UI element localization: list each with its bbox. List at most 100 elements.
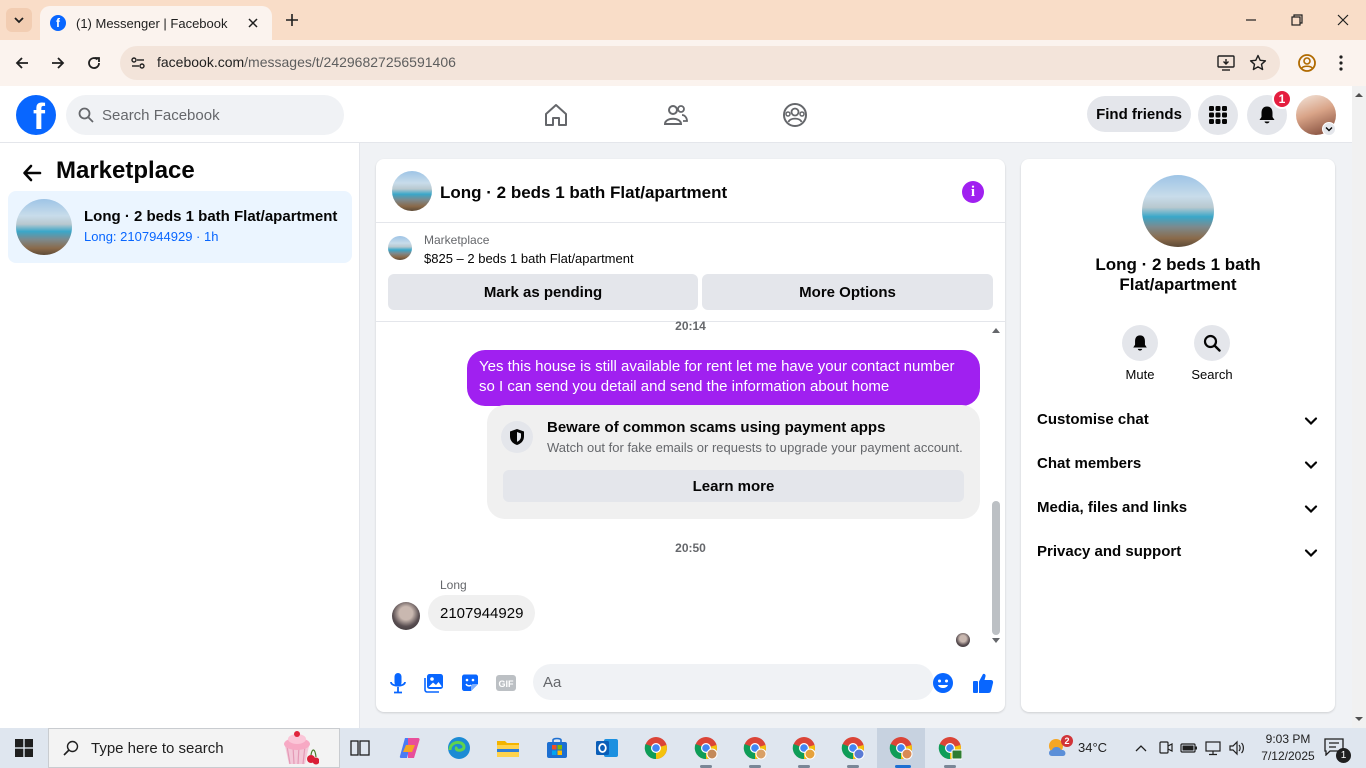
- mute-label: Mute: [1125, 367, 1155, 382]
- chevron-down-icon: [1304, 461, 1318, 470]
- mute-button[interactable]: Mute: [1110, 325, 1170, 382]
- tab-search-button[interactable]: [6, 8, 32, 32]
- forward-button[interactable]: [44, 49, 72, 77]
- sticker-icon[interactable]: [458, 671, 482, 695]
- conversation-item[interactable]: Long · 2 beds 1 bath Flat/apartment Long…: [8, 191, 352, 263]
- scam-warning-description: Watch out for fake emails or requests to…: [547, 440, 963, 455]
- chevron-down-icon[interactable]: [1322, 122, 1336, 136]
- microphone-icon[interactable]: [386, 671, 410, 695]
- arrow-left-icon: [23, 164, 42, 182]
- learn-more-button[interactable]: Learn more: [503, 470, 964, 502]
- scroll-up-icon[interactable]: [1352, 88, 1366, 102]
- scroll-down-icon[interactable]: [990, 636, 1002, 646]
- bookmark-star-icon[interactable]: [1247, 52, 1269, 74]
- sender-avatar[interactable]: [392, 602, 420, 630]
- conversation-info-title: Long · 2 beds 1 bath Flat/apartment: [1095, 255, 1261, 294]
- browser-menu-icon[interactable]: [1330, 52, 1352, 74]
- back-button[interactable]: [8, 49, 36, 77]
- chrome-profile-icon[interactable]: [741, 734, 769, 762]
- edge-browser-icon[interactable]: [445, 734, 473, 762]
- message-input[interactable]: [533, 664, 934, 700]
- notification-count-badge: 1: [1336, 748, 1351, 763]
- minimize-icon: [1246, 19, 1256, 21]
- chrome-profile-icon[interactable]: [790, 734, 818, 762]
- chrome-profile-icon[interactable]: [692, 734, 720, 762]
- tab-close-button[interactable]: [244, 14, 262, 32]
- close-icon: [248, 18, 258, 28]
- chrome-profile-icon[interactable]: [839, 734, 867, 762]
- home-icon[interactable]: [541, 100, 571, 130]
- page-title: Marketplace: [56, 157, 195, 184]
- section-label: Media, files and links: [1037, 499, 1188, 516]
- media-files-links-row[interactable]: Media, files and links: [1021, 487, 1335, 531]
- seen-indicator-avatar: [956, 633, 970, 647]
- find-friends-button[interactable]: Find friends: [1087, 96, 1191, 132]
- cupcake-icon: [284, 731, 319, 765]
- groups-icon[interactable]: [780, 100, 810, 130]
- notification-badge: 1: [1272, 89, 1292, 109]
- browser-tab-active[interactable]: f (1) Messenger | Facebook: [40, 6, 272, 40]
- profile-icon[interactable]: [1296, 52, 1318, 74]
- taskbar-clock[interactable]: 9:03 PM 7/12/2025: [1256, 731, 1320, 765]
- scam-warning-card: Beware of common scams using payment app…: [487, 405, 980, 519]
- chrome-icon[interactable]: [642, 734, 670, 762]
- windows-start-icon[interactable]: [0, 728, 48, 768]
- more-options-button[interactable]: More Options: [702, 274, 993, 310]
- volume-icon[interactable]: [1223, 734, 1251, 762]
- search-in-conversation-button[interactable]: Search: [1182, 325, 1242, 382]
- gif-icon[interactable]: GIF: [494, 671, 518, 695]
- facebook-search-input[interactable]: Search Facebook: [66, 95, 344, 135]
- image-gallery-icon[interactable]: [422, 671, 446, 695]
- emoji-icon[interactable]: [931, 671, 955, 695]
- file-explorer-icon[interactable]: [494, 734, 522, 762]
- info-icon[interactable]: i: [962, 181, 984, 203]
- chevron-down-icon: [1304, 417, 1318, 426]
- thumbs-up-icon[interactable]: [971, 671, 995, 695]
- outgoing-message[interactable]: Yes this house is still available for re…: [467, 350, 980, 406]
- task-view-icon[interactable]: [346, 734, 374, 762]
- chrome-profile-icon[interactable]: [887, 734, 915, 762]
- taskbar-search-placeholder: Type here to search: [91, 739, 224, 757]
- chat-avatar[interactable]: [392, 171, 432, 211]
- search-icon: [78, 107, 94, 123]
- message-timestamp: 20:50: [675, 541, 706, 555]
- search-placeholder: Search Facebook: [102, 106, 220, 124]
- chat-members-row[interactable]: Chat members: [1021, 443, 1335, 487]
- restore-button[interactable]: [1274, 0, 1320, 40]
- url-domain: facebook.com: [157, 54, 245, 70]
- browser-tab-strip: f (1) Messenger | Facebook: [0, 0, 1366, 40]
- chat-scrollbar[interactable]: [989, 325, 1001, 645]
- listing-price-title[interactable]: $825 – 2 beds 1 bath Flat/apartment: [424, 251, 634, 266]
- incoming-message[interactable]: 2107944929: [428, 595, 536, 631]
- new-tab-button[interactable]: [280, 8, 304, 32]
- reload-button[interactable]: [80, 49, 108, 77]
- chrome-app-icon[interactable]: [936, 734, 964, 762]
- customise-chat-row[interactable]: Customise chat: [1021, 399, 1335, 443]
- chat-title[interactable]: Long · 2 beds 1 bath Flat/apartment: [440, 183, 727, 203]
- privacy-support-row[interactable]: Privacy and support: [1021, 531, 1335, 575]
- microsoft-store-icon[interactable]: [543, 734, 571, 762]
- install-app-icon[interactable]: [1215, 52, 1237, 74]
- outlook-icon[interactable]: [593, 734, 621, 762]
- section-label: Chat members: [1037, 455, 1142, 472]
- scrollbar-thumb[interactable]: [992, 501, 1000, 635]
- copilot-icon[interactable]: [396, 734, 424, 762]
- shield-icon: [501, 421, 533, 453]
- friends-icon[interactable]: [661, 100, 691, 130]
- minimize-button[interactable]: [1228, 0, 1274, 40]
- scroll-down-icon[interactable]: [1352, 712, 1366, 726]
- back-button[interactable]: [18, 159, 46, 187]
- url-text: facebook.com/messages/t/2429682725659140…: [157, 54, 456, 70]
- page-scrollbar[interactable]: [1352, 86, 1366, 728]
- facebook-logo-icon[interactable]: f: [16, 95, 56, 135]
- listing-avatar[interactable]: [1142, 175, 1214, 247]
- site-info-icon[interactable]: [128, 53, 148, 73]
- close-window-button[interactable]: [1320, 0, 1366, 40]
- menu-button[interactable]: [1198, 95, 1238, 135]
- scam-warning-title: Beware of common scams using payment app…: [547, 419, 886, 436]
- arrow-right-icon: [52, 57, 65, 69]
- scroll-up-icon[interactable]: [990, 325, 1002, 335]
- taskbar-search-input[interactable]: Type here to search: [48, 728, 340, 768]
- weather-temperature[interactable]: 34°C: [1078, 740, 1107, 755]
- mark-as-pending-button[interactable]: Mark as pending: [388, 274, 698, 310]
